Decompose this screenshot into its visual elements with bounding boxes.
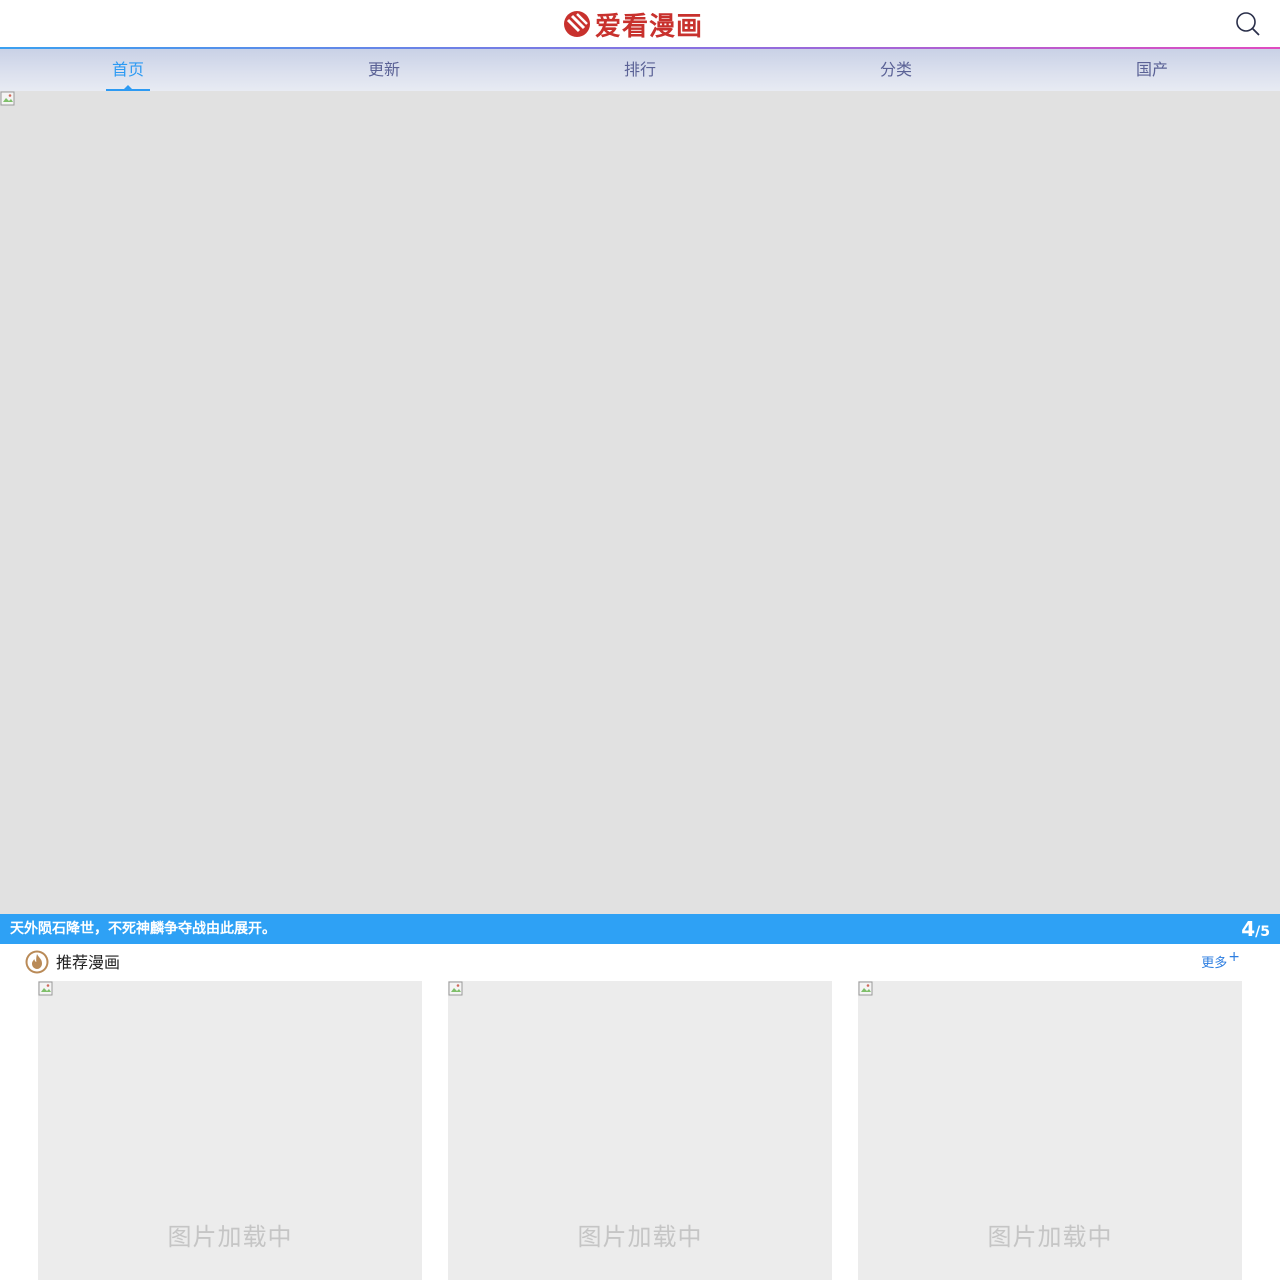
nav-item-home[interactable]: 首页 xyxy=(0,49,256,91)
comic-card[interactable]: 图片加载中 xyxy=(858,981,1242,1280)
banner-caption-bar: 天外陨石降世，不死神麟争夺战由此展开。 4/5 xyxy=(0,914,1280,944)
plus-icon: + xyxy=(1228,949,1240,965)
banner-caption: 天外陨石降世，不死神麟争夺战由此展开。 xyxy=(10,921,276,937)
search-icon xyxy=(1236,12,1260,36)
recommended-section-header: 推荐漫画 更多+ xyxy=(0,944,1280,981)
image-loading-placeholder: 图片加载中 xyxy=(577,1223,703,1251)
fire-icon xyxy=(25,950,49,974)
broken-image-icon xyxy=(38,981,54,997)
current-slide: 4 xyxy=(1241,917,1256,941)
broken-image-icon xyxy=(448,981,464,997)
nav-item-categories[interactable]: 分类 xyxy=(768,49,1024,91)
search-button[interactable] xyxy=(1234,10,1262,38)
section-title: 推荐漫画 xyxy=(56,953,121,972)
nav-item-domestic[interactable]: 国产 xyxy=(1024,49,1280,91)
comic-card[interactable]: 图片加载中 xyxy=(38,981,422,1280)
nav-item-ranking[interactable]: 排行 xyxy=(512,49,768,91)
logo-mark-icon xyxy=(564,11,590,37)
image-loading-placeholder: 图片加载中 xyxy=(167,1223,293,1251)
main-nav: 首页 更新 排行 分类 国产 xyxy=(0,49,1280,91)
broken-image-icon xyxy=(858,981,874,997)
banner-slide[interactable] xyxy=(0,91,1280,914)
comic-card[interactable]: 图片加载中 xyxy=(448,981,832,1280)
total-slides: 5 xyxy=(1260,924,1270,940)
image-loading-placeholder: 图片加载中 xyxy=(987,1223,1113,1251)
slide-pager: 4/5 xyxy=(1241,914,1270,947)
nav-item-updates[interactable]: 更新 xyxy=(256,49,512,91)
broken-image-icon xyxy=(0,91,16,107)
top-header: 爱看漫画 xyxy=(0,0,1280,48)
more-label: 更多 xyxy=(1201,956,1228,971)
site-logo[interactable]: 爱看漫画 xyxy=(563,7,704,42)
logo-text: 爱看漫画 xyxy=(595,11,704,42)
more-link[interactable]: 更多+ xyxy=(1201,949,1240,971)
